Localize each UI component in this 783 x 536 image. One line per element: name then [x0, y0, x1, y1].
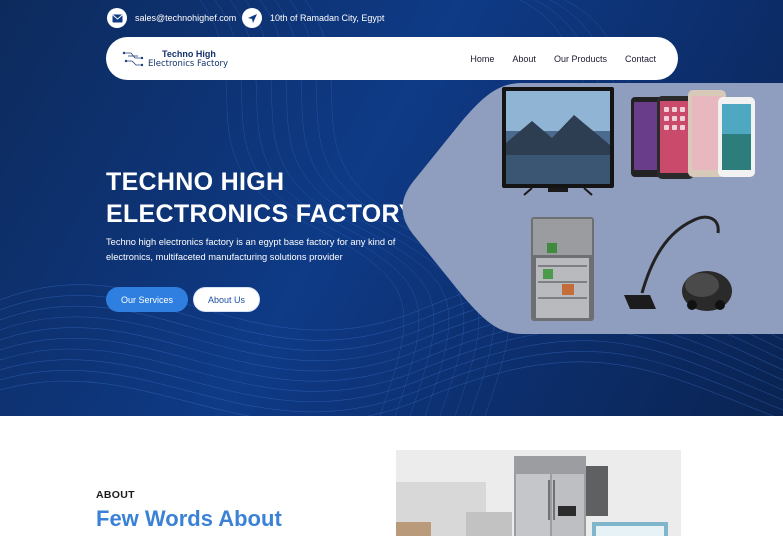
nav-home[interactable]: Home [470, 54, 494, 64]
brand-logo[interactable]: Techno High Electronics Factory [122, 49, 228, 69]
contact-address: 10th of Ramadan City, Egypt [242, 8, 384, 28]
brand-name-line1: Techno High [162, 48, 216, 59]
navbar: Techno High Electronics Factory Home Abo… [106, 37, 678, 80]
about-section-heading: Few Words About [96, 506, 282, 531]
nav-our-products[interactable]: Our Products [554, 54, 607, 64]
main-nav: Home About Our Products Contact [470, 54, 656, 64]
hero-title-line1: TECHNO HIGH [106, 168, 285, 196]
about-us-button[interactable]: About Us [193, 287, 260, 312]
tv-image [502, 87, 614, 196]
hero-section: sales@technohighef.com 10th of Ramadan C… [0, 0, 783, 416]
about-section-tag: ABOUT [96, 489, 135, 501]
our-services-button[interactable]: Our Services [106, 287, 188, 312]
nav-about[interactable]: About [512, 54, 536, 64]
nav-contact[interactable]: Contact [625, 54, 656, 64]
hero-title: TECHNO HIGH ELECTRONICS FACTORY [106, 166, 436, 230]
fridge-image [531, 217, 594, 321]
contact-address-text: 10th of Ramadan City, Egypt [270, 13, 385, 23]
contact-email-text: sales@technohighef.com [135, 13, 237, 23]
circuit-logo-icon [122, 51, 144, 66]
contact-email[interactable]: sales@technohighef.com [107, 8, 236, 28]
product-showcase [402, 83, 783, 334]
brand-name-line2: Electronics Factory [148, 58, 229, 69]
navigation-arrow-icon [242, 8, 262, 28]
hero-description: Techno high electronics factory is an eg… [106, 237, 396, 262]
hero-title-line2: ELECTRONICS FACTORY [106, 200, 416, 228]
about-kitchen-image [396, 450, 681, 536]
phones-image [631, 90, 755, 179]
envelope-icon [107, 8, 127, 28]
